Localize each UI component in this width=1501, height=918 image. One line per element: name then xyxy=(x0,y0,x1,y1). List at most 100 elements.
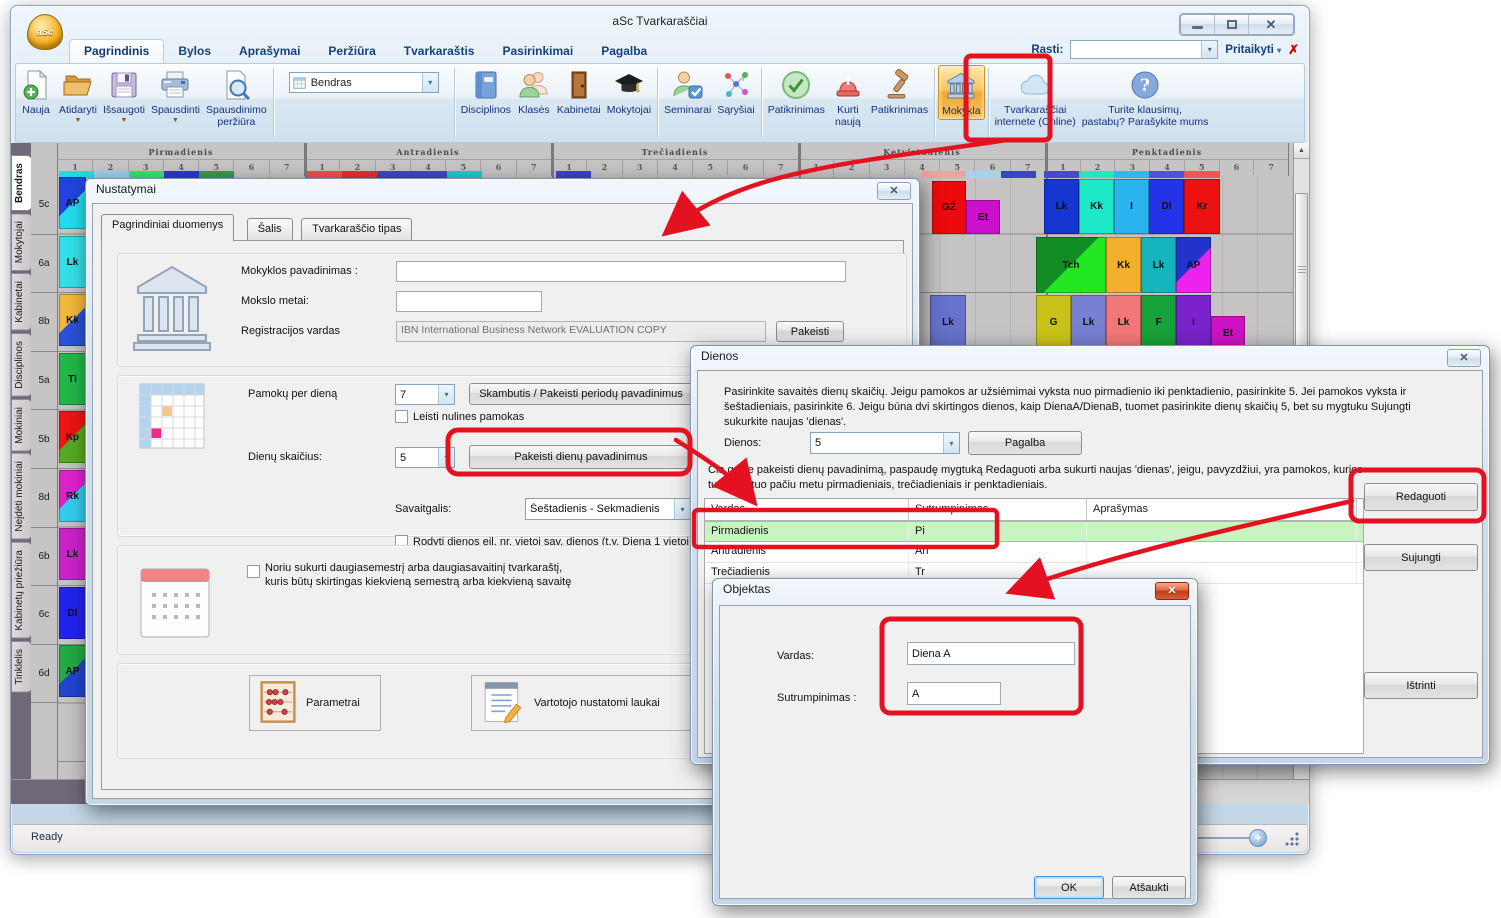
tab-pagrindiniai-duomenys[interactable]: Pagrindiniai duomenys xyxy=(101,214,234,241)
view-tab-kabinetai[interactable]: Kabinetai xyxy=(11,273,31,331)
lesson-cell[interactable]: F xyxy=(1141,295,1176,350)
school-year-input[interactable] xyxy=(396,291,542,312)
name-input[interactable] xyxy=(907,642,1075,665)
lesson-cell[interactable]: Lk xyxy=(1106,295,1141,350)
lessons-per-day-select[interactable]: 7 ▾ xyxy=(395,384,455,405)
zoom-in-icon[interactable]: + xyxy=(1249,829,1267,847)
view-tab-bendras[interactable]: Bendras xyxy=(11,155,31,211)
close-icon[interactable]: ✕ xyxy=(1447,349,1481,367)
resize-grip[interactable] xyxy=(1285,832,1299,846)
cancel-button[interactable]: Atšaukti xyxy=(1112,876,1186,899)
menu-tab-bylos[interactable]: Bylos xyxy=(164,40,225,63)
view-tab-mokytojai[interactable]: Mokytojai xyxy=(11,213,31,271)
column-header-sutrumpinimas[interactable]: Sutrumpinimas xyxy=(909,499,1087,520)
delete-button[interactable]: Ištrinti xyxy=(1364,672,1478,699)
atidaryti-button[interactable]: Atidaryti▼ xyxy=(56,65,100,126)
days-count-select[interactable]: 5 ▾ xyxy=(395,447,455,468)
table-row-antradienis[interactable]: AntradienisAn xyxy=(705,542,1363,563)
parameters-button[interactable]: Parametrai xyxy=(249,675,381,731)
merge-button[interactable]: Sujungti xyxy=(1364,544,1478,571)
close-button[interactable]: ✕ xyxy=(1249,15,1293,34)
spausdinimo-perziura-button[interactable]: Spausdinimo peržiūra xyxy=(203,65,270,130)
view-tab-mokiniai[interactable]: Mokiniai xyxy=(11,399,31,452)
column-header-vardas[interactable]: Vardas xyxy=(705,499,909,520)
table-row-pirmadienis[interactable]: PirmadienisPi xyxy=(705,521,1363,542)
bell-periods-button[interactable]: Skambutis / Pakeisti periodų pavadinimus xyxy=(469,383,693,405)
lesson-cell[interactable]: Tch xyxy=(1036,237,1106,293)
lesson-cell[interactable]: AP xyxy=(59,645,86,697)
lesson-cell[interactable]: Dl xyxy=(1149,179,1184,234)
multiweek-checkbox[interactable] xyxy=(247,565,260,578)
scroll-up-icon[interactable]: ▲ xyxy=(1294,143,1309,159)
menu-tab-pasirinkimai[interactable]: Pasirinkimai xyxy=(488,40,587,63)
weekend-select[interactable]: Šeštadienis - Sekmadienis ▾ xyxy=(525,498,691,520)
lesson-cell[interactable]: AP xyxy=(59,177,86,229)
zero-lessons-checkbox[interactable] xyxy=(395,410,408,423)
menu-tab-tvarkarastis[interactable]: Tvarkaraštis xyxy=(390,40,489,63)
maximize-button[interactable] xyxy=(1215,15,1249,34)
klausimai-button[interactable]: ?Turite klausimų, pastabų? Parašykite mu… xyxy=(1079,65,1212,130)
chevron-down-icon[interactable]: ▾ xyxy=(422,73,438,92)
menu-tab-perziura[interactable]: Peržiūra xyxy=(314,40,389,63)
lesson-cell[interactable]: Kk xyxy=(59,294,86,346)
chevron-down-icon[interactable]: ▾ xyxy=(438,448,454,467)
lesson-cell[interactable]: Lk xyxy=(1044,179,1079,234)
view-tab-neideti-mokiniai[interactable]: Neįdėti mokiniai xyxy=(11,453,31,540)
chevron-down-icon[interactable]: ▾ xyxy=(438,385,454,404)
menu-tab-aprasymai[interactable]: Aprašymai xyxy=(225,40,314,63)
issaugoti-button[interactable]: Išsaugoti▼ xyxy=(100,65,148,126)
chevron-down-icon[interactable]: ▼ xyxy=(75,117,82,124)
lesson-cell[interactable]: Dl xyxy=(59,587,86,639)
lesson-cell[interactable]: I xyxy=(1114,179,1149,234)
ribbon-close-icon[interactable]: ✗ xyxy=(1288,42,1299,58)
app-logo-bell-icon[interactable]: aSc xyxy=(25,10,65,52)
lesson-cell[interactable]: Kr xyxy=(1184,179,1220,234)
kabinetai-button[interactable]: Kabinetai xyxy=(554,65,604,118)
lesson-cell[interactable]: I xyxy=(1176,295,1211,350)
apply-button[interactable]: Pritaikyti ▾ xyxy=(1225,44,1281,56)
view-tab-disciplinos[interactable]: Disciplinos xyxy=(11,333,31,397)
custom-fields-button[interactable]: Vartotojo nustatomi laukai xyxy=(471,675,713,731)
close-icon[interactable]: ✕ xyxy=(877,182,911,200)
lesson-cell[interactable]: Lk xyxy=(1071,295,1106,350)
chevron-down-icon[interactable]: ▼ xyxy=(120,117,127,124)
view-tab-kabinetu-prieziura[interactable]: Kabinetų priežiūra xyxy=(11,542,31,639)
lesson-cell[interactable]: Lk xyxy=(1141,237,1176,293)
tab-tvarkarascio-tipas[interactable]: Tvarkaraščio tipas xyxy=(301,218,412,240)
scrollbar-thumb[interactable] xyxy=(1295,193,1308,348)
lesson-cell[interactable]: Lk xyxy=(59,236,86,288)
lesson-cell[interactable]: AP xyxy=(1176,237,1211,293)
lesson-cell[interactable]: Lk xyxy=(930,295,966,350)
lesson-cell[interactable]: Et xyxy=(966,200,1000,234)
view-tab-tinklelis[interactable]: Tinklelis xyxy=(11,641,31,693)
chevron-down-icon[interactable]: ▾ xyxy=(674,499,690,519)
disciplinos-button[interactable]: Disciplinos xyxy=(458,65,514,118)
patikrinimas-2-button[interactable]: Patikrinimas xyxy=(868,65,931,118)
column-header-aprasymas[interactable]: Aprašymas xyxy=(1087,499,1357,520)
help-button[interactable]: Pagalba xyxy=(968,431,1082,455)
days-count-select[interactable]: 5 ▾ xyxy=(810,432,960,454)
menu-tab-pagrindinis[interactable]: Pagrindinis xyxy=(69,39,164,63)
view-select[interactable]: Bendras▾ xyxy=(289,72,439,93)
tab-salis[interactable]: Šalis xyxy=(247,218,293,240)
lesson-cell[interactable]: GŽ xyxy=(932,181,966,234)
lesson-cell[interactable]: Ti xyxy=(59,353,86,405)
ok-button[interactable]: OK xyxy=(1034,876,1104,899)
sarysiai-button[interactable]: Sąryšiai xyxy=(714,65,757,118)
edit-button[interactable]: Redaguoti xyxy=(1364,483,1478,511)
find-input[interactable]: ▾ xyxy=(1070,40,1218,59)
chevron-down-icon[interactable]: ▾ xyxy=(1201,41,1217,58)
seminarai-button[interactable]: Seminarai xyxy=(661,65,714,118)
mokytojai-button[interactable]: Mokytojai xyxy=(604,65,654,118)
close-icon[interactable]: ✕ xyxy=(1155,582,1189,600)
lesson-cell[interactable]: G xyxy=(1036,295,1071,350)
abbreviation-input[interactable] xyxy=(907,682,1001,705)
chevron-down-icon[interactable]: ▼ xyxy=(172,117,179,124)
rename-days-button[interactable]: Pakeisti dienų pavadinimus xyxy=(469,445,693,469)
klases-button[interactable]: Klasės xyxy=(514,65,554,118)
nauja-button[interactable]: Nauja xyxy=(16,65,56,118)
spausdinti-button[interactable]: Spausdinti▼ xyxy=(148,65,203,126)
lesson-cell[interactable]: Lk xyxy=(59,528,86,580)
title-bar[interactable]: aSc Tvarkaraščiai xyxy=(11,6,1309,36)
lesson-cell[interactable]: Kp xyxy=(59,411,86,463)
